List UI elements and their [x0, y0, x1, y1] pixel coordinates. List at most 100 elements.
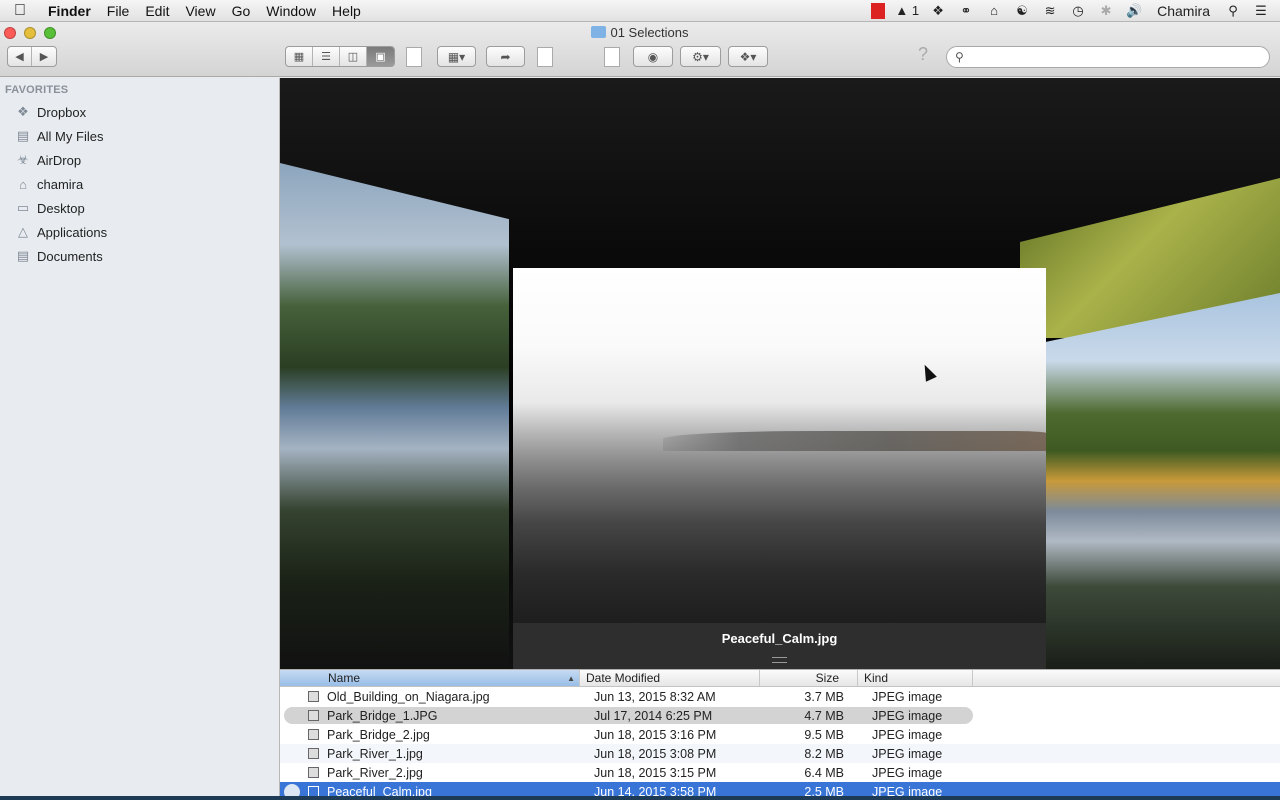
coverflow-view-button[interactable]: ▣ — [367, 47, 394, 66]
all-files-icon: ▤ — [16, 128, 30, 143]
sidebar-item-label: Applications — [37, 224, 108, 240]
volume-icon[interactable]: 🔊 — [1125, 3, 1143, 19]
sidebar: FAVORITES ❖ Dropbox ▤ All My Files ☣ Air… — [0, 78, 280, 796]
file-name: Park_River_2.jpg — [327, 765, 423, 780]
adobe-notification-icon[interactable]: ▲ 1 — [895, 3, 919, 19]
desktop-edge — [0, 796, 1280, 800]
icon-view-button[interactable]: ▦ — [286, 47, 313, 66]
image-island — [663, 431, 1046, 451]
jpeg-file-icon — [308, 767, 319, 778]
list-icon[interactable]: ☰ — [1252, 3, 1270, 19]
dropbox-menu-button[interactable]: ❖▾ — [728, 46, 768, 67]
menu-view[interactable]: View — [177, 3, 223, 19]
forward-button[interactable]: ▶ — [32, 47, 56, 66]
search-icon: ⚲ — [955, 50, 964, 64]
title-bar: 01 Selections ◀ ▶ ▦ ☰ ◫ ▣ ▦▾ ➦ ◉ ⚙▾ ❖▾ ? — [0, 22, 1280, 77]
file-size: 4.7 MB — [804, 708, 844, 723]
dropbox-icon[interactable]: ❖ — [929, 3, 947, 19]
file-kind: JPEG image — [872, 727, 943, 742]
sidebar-item-all-my-files[interactable]: ▤ All My Files — [0, 124, 279, 148]
table-row[interactable]: Park_River_2.jpg Jun 18, 2015 3:15 PM 6.… — [280, 763, 1280, 782]
file-name: Park_Bridge_1.JPG — [327, 708, 438, 723]
column-header-size[interactable]: Size — [760, 670, 858, 686]
magnifier-icon[interactable]: ⚲ — [1224, 3, 1242, 19]
jpeg-file-icon — [308, 710, 319, 721]
view-mode-buttons: ▦ ☰ ◫ ▣ — [285, 46, 395, 67]
cover-caption: Peaceful_Calm.jpg — [721, 631, 838, 646]
file-kind: JPEG image — [872, 689, 943, 704]
column-header-date[interactable]: Date Modified — [580, 670, 760, 686]
table-row[interactable]: Park_Bridge_2.jpg Jun 18, 2015 3:16 PM 9… — [280, 725, 1280, 744]
file-list: Name ▲ Date Modified Size Kind Old_Build… — [280, 669, 1280, 800]
evernote-icon[interactable]: ☯ — [1013, 3, 1031, 19]
sidebar-item-label: Documents — [37, 248, 103, 264]
sidebar-item-airdrop[interactable]: ☣ AirDrop — [0, 148, 279, 172]
creative-cloud-icon[interactable]: ⚭ — [957, 3, 975, 19]
menu-file[interactable]: File — [99, 3, 138, 19]
back-forward-buttons: ◀ ▶ — [7, 46, 57, 67]
arrange-button[interactable]: ▦▾ — [437, 46, 476, 67]
action-gear-button[interactable]: ⚙▾ — [680, 46, 721, 67]
search-input[interactable] — [969, 50, 1260, 64]
cover-flow-view[interactable]: Peaceful_Calm.jpg — [280, 78, 1280, 669]
adobe-icon[interactable] — [871, 2, 886, 19]
sidebar-item-label: chamira — [37, 176, 84, 192]
sidebar-item-applications[interactable]: △ Applications — [0, 220, 279, 244]
menu-help[interactable]: Help — [324, 3, 369, 19]
jpeg-file-icon — [308, 748, 319, 759]
quick-look-button[interactable]: ◉ — [633, 46, 673, 67]
column-name-label: Name — [328, 671, 361, 685]
file-kind: JPEG image — [872, 746, 943, 761]
applications-icon: △ — [18, 224, 28, 239]
cover-previous-image[interactable] — [280, 163, 509, 669]
toolbar: ◀ ▶ ▦ ☰ ◫ ▣ ▦▾ ➦ ◉ ⚙▾ ❖▾ ? ⚲ — [0, 44, 1280, 70]
folder-icon — [591, 26, 607, 38]
list-view-button[interactable]: ☰ — [313, 47, 340, 66]
menu-edit[interactable]: Edit — [137, 3, 177, 19]
menu-bar:  Finder File Edit View Go Window Help ▲… — [0, 0, 1280, 22]
back-button[interactable]: ◀ — [8, 47, 32, 66]
bluetooth-icon[interactable]: ✱ — [1097, 3, 1115, 19]
time-machine-icon[interactable]: ◷ — [1069, 3, 1087, 19]
apple-icon[interactable]:  — [0, 2, 40, 20]
cover-current-image[interactable] — [513, 268, 1046, 623]
splitter-grip-icon[interactable] — [772, 657, 787, 663]
table-row[interactable]: Old_Building_on_Niagara.jpg Jun 13, 2015… — [280, 687, 1280, 706]
favorites-heading: FAVORITES — [5, 84, 69, 96]
column-header-kind[interactable]: Kind — [858, 670, 973, 686]
sidebar-item-documents[interactable]: ▤ Documents — [0, 244, 279, 268]
sidebar-item-desktop[interactable]: ▭ Desktop — [0, 196, 279, 220]
sidebar-item-label: Dropbox — [37, 104, 87, 120]
desktop-icon: ▭ — [16, 200, 30, 215]
file-date: Jul 17, 2014 6:25 PM — [594, 708, 713, 723]
finder-window: 01 Selections ◀ ▶ ▦ ☰ ◫ ▣ ▦▾ ➦ ◉ ⚙▾ ❖▾ ? — [0, 22, 1280, 800]
file-name: Old_Building_on_Niagara.jpg — [327, 689, 490, 704]
sidebar-item-home[interactable]: ⌂ chamira — [0, 172, 279, 196]
menu-window[interactable]: Window — [258, 3, 324, 19]
table-row[interactable]: Park_Bridge_1.JPG Jul 17, 2014 6:25 PM 4… — [280, 706, 1280, 725]
table-row[interactable]: Park_River_1.jpg Jun 18, 2015 3:08 PM 8.… — [280, 744, 1280, 763]
jpeg-file-icon — [308, 729, 319, 740]
jpeg-file-icon[interactable] — [537, 47, 553, 67]
menu-finder[interactable]: Finder — [40, 3, 99, 19]
sidebar-item-dropbox[interactable]: ❖ Dropbox — [0, 100, 279, 124]
dropbox-icon: ❖ — [17, 104, 29, 119]
column-header-name[interactable]: Name ▲ — [280, 670, 580, 686]
sidebar-item-label: All My Files — [37, 128, 104, 144]
user-name[interactable]: Chamira — [1153, 3, 1214, 19]
menu-go[interactable]: Go — [224, 3, 259, 19]
cover-next-image[interactable] — [1046, 293, 1280, 669]
search-field[interactable]: ⚲ — [946, 46, 1270, 68]
file-size: 8.2 MB — [804, 746, 844, 761]
help-icon[interactable]: ? — [918, 44, 928, 65]
share-button[interactable]: ➦ — [486, 46, 525, 67]
window-title-text: 01 Selections — [610, 25, 689, 40]
file-date: Jun 18, 2015 3:16 PM — [594, 727, 717, 742]
docx-file-icon[interactable] — [406, 47, 422, 67]
home-icon[interactable]: ⌂ — [985, 3, 1003, 19]
file-name: Park_River_1.jpg — [327, 746, 423, 761]
jpeg-file-icon-2[interactable] — [604, 47, 620, 67]
file-size: 9.5 MB — [804, 727, 844, 742]
column-view-button[interactable]: ◫ — [340, 47, 367, 66]
wifi-icon[interactable]: ≋ — [1041, 3, 1059, 19]
